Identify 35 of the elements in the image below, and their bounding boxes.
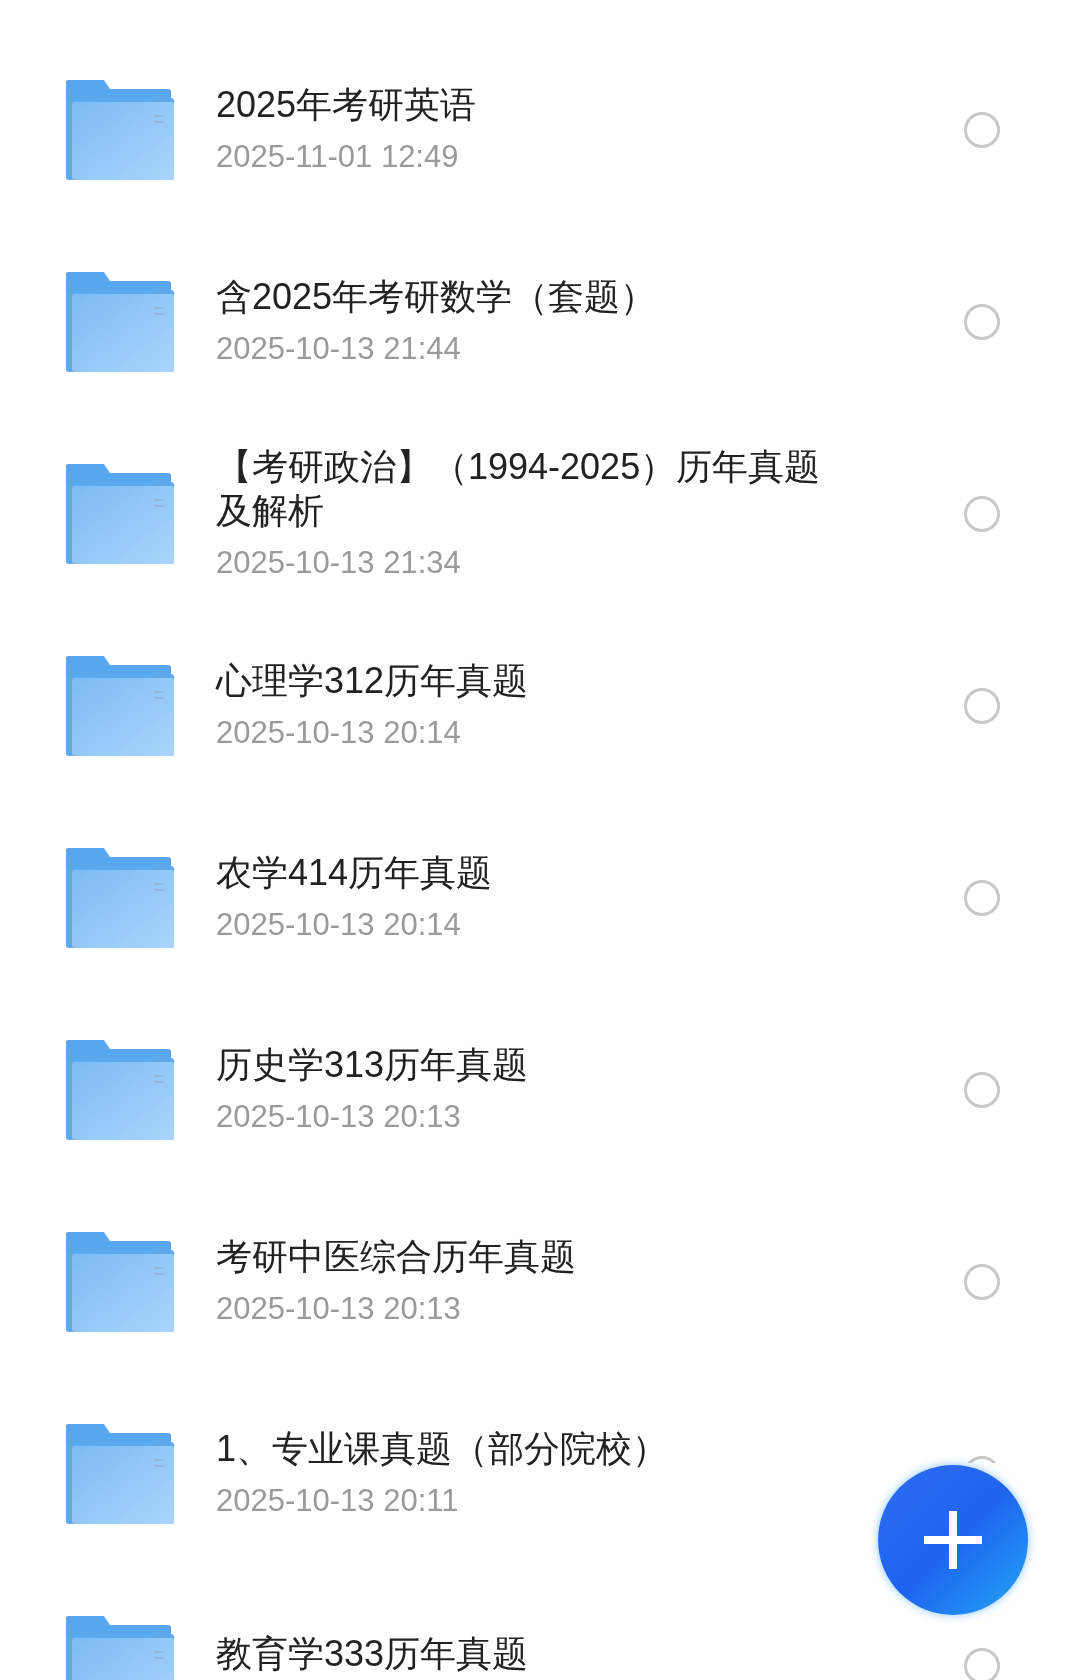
folder-icon: [66, 848, 174, 948]
modified-date: 2025-10-13 20:13: [216, 1098, 462, 1136]
folder-name: 考研中医综合历年真题: [216, 1235, 577, 1279]
folder-icon: [66, 272, 174, 372]
select-radio[interactable]: [964, 304, 1000, 340]
folder-name: 心理学312历年真题: [216, 659, 530, 703]
folder-icon: [66, 1232, 174, 1332]
plus-icon: [924, 1511, 982, 1569]
folder-name: 历史学313历年真题: [216, 1043, 530, 1087]
select-radio[interactable]: [964, 1648, 1000, 1680]
modified-date: 2025-11-01 12:49: [216, 138, 460, 176]
folder-name: 含2025年考研数学（套题）: [216, 275, 658, 319]
modified-date: 2025-10-13 20:13: [216, 1290, 462, 1328]
folder-name: 2025年考研英语: [216, 83, 478, 127]
folder-icon: [66, 1040, 174, 1140]
folder-name: 【考研政治】（1994-2025）历年真题及解析: [216, 445, 822, 533]
add-button[interactable]: [878, 1465, 1028, 1615]
folder-name: 教育学333历年真题: [216, 1632, 530, 1676]
select-radio[interactable]: [964, 112, 1000, 148]
modified-date: 2025-10-13 21:44: [216, 330, 462, 368]
folder-name: 农学414历年真题: [216, 851, 494, 895]
folder-icon: [66, 1424, 174, 1524]
folder-name: 1、专业课真题（部分院校）: [216, 1427, 670, 1471]
select-radio[interactable]: [964, 880, 1000, 916]
select-radio[interactable]: [964, 496, 1000, 532]
modified-date: 2025-10-13 21:34: [216, 544, 462, 582]
folder-icon: [66, 656, 174, 756]
select-radio[interactable]: [964, 688, 1000, 724]
select-radio[interactable]: [964, 1264, 1000, 1300]
folder-icon: [66, 80, 174, 180]
modified-date: 2025-10-13 20:14: [216, 906, 462, 944]
select-radio[interactable]: [964, 1072, 1000, 1108]
modified-date: 2025-10-13 20:14: [216, 714, 462, 752]
folder-icon: [66, 464, 174, 564]
modified-date: 2025-10-13 20:11: [216, 1482, 460, 1520]
